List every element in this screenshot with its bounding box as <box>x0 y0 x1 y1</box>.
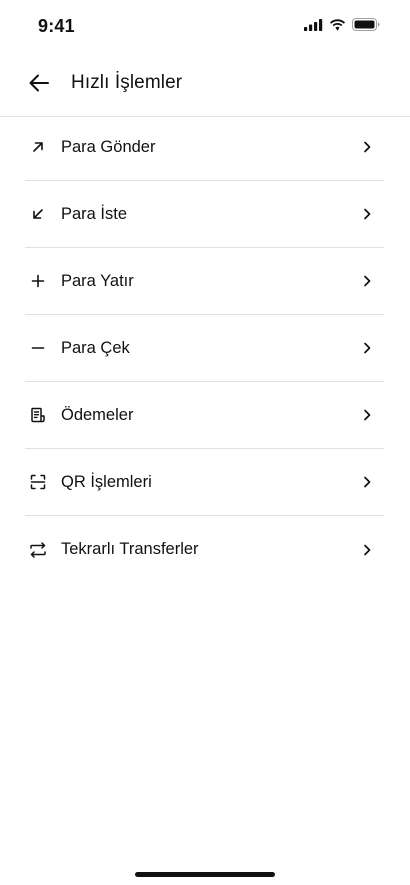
menu-item-para-gonder[interactable]: Para Gönder <box>25 114 384 181</box>
header: Hızlı İşlemler <box>0 62 410 108</box>
menu-item-label: Tekrarlı Transferler <box>61 540 199 558</box>
status-time: 9:41 <box>38 16 75 36</box>
wifi-icon <box>329 18 346 36</box>
chevron-right-icon <box>360 274 374 288</box>
menu-item-label: Ödemeler <box>61 405 134 424</box>
menu-item-label: QR İşlemleri <box>61 472 152 491</box>
chevron-right-icon <box>360 543 374 557</box>
arrow-down-left-icon <box>25 201 51 227</box>
menu-item-para-cek[interactable]: Para Çek <box>25 315 384 382</box>
status-bar: 9:41 <box>0 0 410 52</box>
menu-item-tekrarli-transferler[interactable]: Tekrarlı Transferler <box>25 516 384 583</box>
minus-icon <box>25 335 51 361</box>
plus-icon <box>25 268 51 294</box>
status-icons <box>304 18 380 36</box>
chevron-right-icon <box>360 341 374 355</box>
menu-item-label: Para İste <box>61 204 128 223</box>
receipt-icon <box>25 402 51 428</box>
cellular-signal-icon <box>304 18 323 36</box>
menu-item-para-iste[interactable]: Para İste <box>25 181 384 248</box>
quick-actions-list: Para Gönder Para İste Para Yatır Para Çe… <box>25 114 384 583</box>
menu-item-label: Para Yatır <box>61 271 134 290</box>
menu-item-label: Para Gönder <box>61 137 156 156</box>
menu-item-odemeler[interactable]: Ödemeler <box>25 382 384 449</box>
menu-item-qr-islemleri[interactable]: QR İşlemleri <box>25 449 384 516</box>
home-indicator[interactable] <box>135 872 275 877</box>
chevron-right-icon <box>360 140 374 154</box>
battery-icon <box>352 18 380 36</box>
chevron-right-icon <box>360 207 374 221</box>
back-button[interactable] <box>26 72 52 98</box>
qr-scan-icon <box>25 469 51 495</box>
repeat-icon <box>25 537 51 563</box>
menu-item-label: Para Çek <box>61 338 130 357</box>
menu-item-para-yatir[interactable]: Para Yatır <box>25 248 384 315</box>
chevron-right-icon <box>360 475 374 489</box>
page-title: Hızlı İşlemler <box>71 72 183 93</box>
arrow-up-right-icon <box>25 134 51 160</box>
arrow-left-icon <box>29 74 49 97</box>
chevron-right-icon <box>360 408 374 422</box>
